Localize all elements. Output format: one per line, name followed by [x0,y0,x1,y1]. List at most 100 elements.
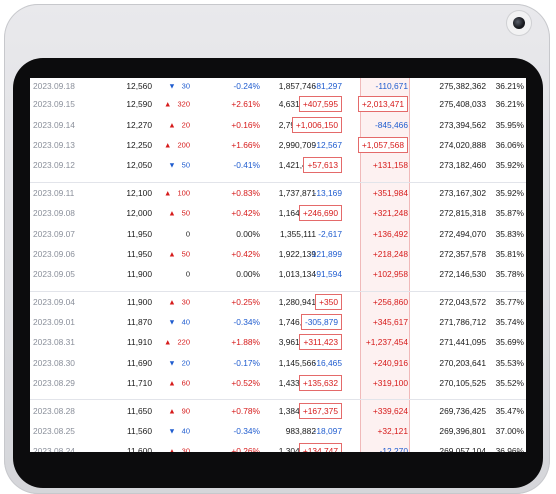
row-foreign-net: +256,860 [372,296,408,307]
row-holding-ratio: 35.53% [495,357,524,368]
row-date: 2023.09.13 [33,139,75,150]
row-foreign-net: +240,916 [372,357,408,368]
up-arrow-icon: ▲ [164,140,172,150]
daily-trading-table: 2023.09.18 12,560 ▼ 30 -0.24% 1,857,746 -81,29… [30,78,526,452]
row-individual-net: -16,465 [313,357,342,368]
camera-icon [507,11,531,35]
row-change-value: 0 [185,229,190,239]
table-row[interactable]: 2023.09.13 12,250 ▲ 200 +1.66% 2,990,709 -12,5… [30,135,526,155]
table-row[interactable]: 2023.08.29 11,710 ▲ 60 +0.52% 1,433,623 +135,6… [30,373,526,393]
row-change-percent: +2.61% [231,99,260,110]
table-row[interactable]: 2023.09.05 11,900 0 0.00% 1,013,134 -91,594 +1… [30,264,526,284]
row-holding-ratio: 35.92% [495,187,524,198]
table-row[interactable]: 2023.09.18 12,560 ▼ 30 -0.24% 1,857,746 -81,29… [30,78,526,94]
table-row[interactable]: 2023.09.1412,270▲20+0.16%2,795,090+1,006… [30,114,526,134]
down-arrow-icon: ▼ [168,317,176,327]
row-change-value: 320 [177,99,190,109]
table-row[interactable]: 2023.09.11 12,100 ▲ 100 +0.83% 1,737,871 -13,1… [30,181,526,203]
row-close-price: 11,690 [127,357,152,368]
row-individual-net: +246,690 [298,205,342,222]
row-close-price: 11,950 [127,248,152,259]
row-change: 0 [186,270,190,279]
row-foreign-net: +1,237,454 [365,337,408,348]
row-holding-ratio: 36.21% [495,81,524,91]
table-row[interactable]: 2023.09.06 11,950 ▲ 50 +0.42% 1,922,139 -121,8… [30,244,526,264]
row-change: ▲ 30 [168,297,190,306]
row-individual-net: -13,169 [313,187,342,198]
down-arrow-icon: ▼ [168,426,176,436]
row-volume: 1,013,134 [278,269,316,280]
row-change: ▲ 220 [164,338,190,347]
table-row[interactable]: 2023.08.31 11,910 ▲ 220 +1.88% 3,961,210 +311,… [30,332,526,352]
row-date: 2023.08.30 [33,357,75,368]
row-holdings: 269,736,425 [439,405,486,416]
row-change-percent: +0.78% [231,405,260,416]
row-close-price: 11,650 [127,405,152,416]
row-change: ▲ 200 [164,140,190,149]
row-change: ▲ 90 [168,406,190,415]
row-close-price: 11,710 [127,378,152,389]
row-holdings: 272,357,578 [439,248,486,259]
row-change-value: 100 [177,188,190,198]
table-row[interactable]: 2023.08.28 11,650 ▲ 90 +0.78% 1,384,244 +167,3… [30,399,526,420]
up-arrow-icon: ▲ [168,249,176,259]
row-holding-ratio: 35.52% [495,378,524,389]
up-arrow-icon: ▲ [168,120,176,130]
row-change-percent: +0.25% [231,296,260,307]
row-holdings: 270,105,525 [439,378,486,389]
table-row[interactable]: 2023.09.07 11,950 0 0.00% 1,355,111 -2,617 +13… [30,223,526,243]
row-change-percent: -0.24% [233,81,260,91]
row-close-price: 11,900 [127,269,152,280]
row-date: 2023.09.08 [33,208,75,219]
row-date: 2023.09.06 [33,248,75,259]
row-foreign-net: +102,958 [372,269,408,280]
row-holding-ratio: 35.77% [495,296,524,307]
row-individual-net: -2,617 [318,228,342,239]
down-arrow-icon: ▼ [168,160,176,170]
row-individual-net: +407,595 [298,96,342,113]
row-volume: 2,990,709 [278,139,316,150]
row-close-price: 12,000 [126,208,152,219]
row-foreign-net: +345,617 [372,317,408,328]
row-date: 2023.09.15 [33,99,75,110]
row-date: 2023.08.24 [33,446,75,452]
row-foreign-net: +321,248 [372,208,408,219]
row-change: ▼ 40 [168,427,190,436]
row-date: 2023.09.18 [33,81,75,91]
row-holding-ratio: 36.21% [495,99,524,110]
up-arrow-icon: ▲ [168,208,176,218]
table-row[interactable]: 2023.08.25 11,560 ▼ 40 -0.34% 983,882 -18,097 +… [30,421,526,441]
row-change-percent: +1.88% [231,337,260,348]
row-change: ▼ 30 [168,82,190,91]
row-change-percent: -0.34% [233,317,260,328]
row-foreign-net: +218,248 [372,248,408,259]
row-close-price: 12,560 [126,81,152,91]
row-holdings: 272,494,070 [439,228,486,239]
row-date: 2023.08.31 [33,337,75,348]
row-individual-net: +311,423 [299,334,342,351]
row-holding-ratio: 36.96% [495,446,524,452]
row-change-percent: +0.83% [231,187,260,198]
table-row[interactable]: 2023.09.12 12,050 ▼ 50 -0.41% 1,421,466 +57,61… [30,155,526,175]
row-individual-net: -12,567 [313,139,342,150]
table-row[interactable]: 2023.08.24 11,600 ▲ 30 +0.26% 1,304,347 +134,7… [30,441,526,452]
row-close-price: 11,600 [127,446,152,452]
table-row[interactable]: 2023.09.08 12,000 ▲ 50 +0.42% 1,164,284 +246,6… [30,203,526,223]
row-close-price: 12,100 [126,187,152,198]
up-arrow-icon: ▲ [164,99,172,109]
row-foreign-net: +2,013,471 [357,96,408,113]
row-change: ▲ 60 [168,379,190,388]
row-change-value: 50 [181,208,190,218]
table-row[interactable]: 2023.09.04 11,900 ▲ 30 +0.25% 1,280,941 +350 +2… [30,290,526,312]
row-volume: 1,857,746 [278,81,316,91]
up-arrow-icon: ▲ [164,337,172,347]
table-row[interactable]: 2023.08.30 11,690 ▼ 20 -0.17% 1,145,566 -16,46… [30,353,526,373]
table-row[interactable]: 2023.09.01 11,870 ▼ 40 -0.34% 1,746,582 -305,8… [30,312,526,332]
row-close-price: 12,050 [126,160,152,171]
row-change: ▼ 40 [168,318,190,327]
table-row[interactable]: 2023.09.15 12,590 ▲ 320 +2.61% 4,631,152 +407,… [30,94,526,114]
row-individual-net: +167,375 [298,402,342,419]
row-holding-ratio: 35.95% [495,119,524,130]
row-change-percent: +1.66% [231,139,260,150]
row-date: 2023.09.04 [33,296,75,307]
